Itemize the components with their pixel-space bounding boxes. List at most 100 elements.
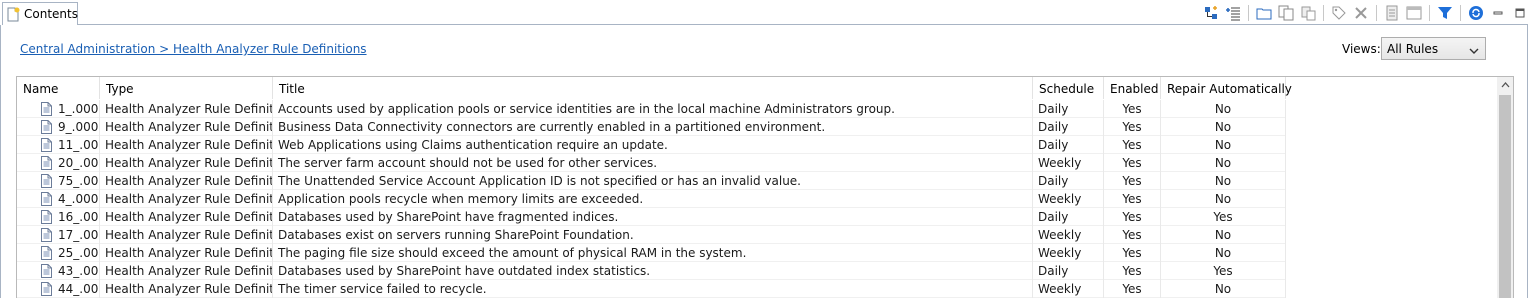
maximize-icon[interactable] xyxy=(1511,4,1528,22)
filter-icon[interactable] xyxy=(1436,4,1454,22)
cell-type[interactable]: Health Analyzer Rule Definition xyxy=(100,136,273,154)
cell-type[interactable]: Health Analyzer Rule Definition xyxy=(100,244,273,262)
cell-repair[interactable]: No xyxy=(1161,172,1286,190)
cell-repair[interactable]: Yes xyxy=(1161,262,1286,280)
cell-type[interactable]: Health Analyzer Rule Definition xyxy=(100,100,273,118)
cell-repair[interactable]: No xyxy=(1161,280,1286,298)
cell-type[interactable]: Health Analyzer Rule Definition xyxy=(100,208,273,226)
cell-schedule[interactable]: Daily xyxy=(1033,262,1104,280)
column-header-repair[interactable]: Repair Automatically xyxy=(1161,77,1292,99)
cell-title[interactable]: Web Applications using Claims authentica… xyxy=(273,136,1033,154)
cell-repair[interactable]: No xyxy=(1161,118,1286,136)
cell-repair[interactable]: Yes xyxy=(1161,208,1286,226)
cell-name[interactable]: 20_.000 xyxy=(17,154,100,172)
cell-repair[interactable]: No xyxy=(1161,154,1286,172)
paste-icon[interactable] xyxy=(1299,4,1317,22)
cell-type[interactable]: Health Analyzer Rule Definition xyxy=(100,226,273,244)
column-header-title[interactable]: Title xyxy=(273,77,1033,99)
table-row[interactable]: 44_.000Health Analyzer Rule DefinitionTh… xyxy=(17,280,1286,298)
cell-schedule[interactable]: Weekly xyxy=(1033,280,1104,298)
cell-title[interactable]: Accounts used by application pools or se… xyxy=(273,100,1033,118)
tab-contents[interactable]: Contents xyxy=(2,2,78,25)
cell-name[interactable]: 75_.000 xyxy=(17,172,100,190)
cell-schedule[interactable]: Weekly xyxy=(1033,154,1104,172)
cell-title[interactable]: Databases used by SharePoint have outdat… xyxy=(273,262,1033,280)
column-header-name[interactable]: Name xyxy=(17,77,100,99)
table-row[interactable]: 11_.000Health Analyzer Rule DefinitionWe… xyxy=(17,136,1286,154)
table-row[interactable]: 20_.000Health Analyzer Rule DefinitionTh… xyxy=(17,154,1286,172)
cell-title[interactable]: Databases used by SharePoint have fragme… xyxy=(273,208,1033,226)
cell-schedule[interactable]: Weekly xyxy=(1033,244,1104,262)
cell-enabled[interactable]: Yes xyxy=(1104,136,1161,154)
breadcrumb[interactable]: Central Administration > Health Analyzer… xyxy=(20,42,367,56)
column-header-type[interactable]: Type xyxy=(100,77,273,99)
cell-title[interactable]: Databases exist on servers running Share… xyxy=(273,226,1033,244)
add-column-icon[interactable] xyxy=(1224,4,1242,22)
cell-schedule[interactable]: Daily xyxy=(1033,118,1104,136)
cell-type[interactable]: Health Analyzer Rule Definition xyxy=(100,190,273,208)
table-row[interactable]: 17_.000Health Analyzer Rule DefinitionDa… xyxy=(17,226,1286,244)
scrollbar-thumb[interactable] xyxy=(1499,95,1511,298)
cell-schedule[interactable]: Daily xyxy=(1033,136,1104,154)
table-row[interactable]: 9_.000Health Analyzer Rule DefinitionBus… xyxy=(17,118,1286,136)
views-dropdown[interactable]: All Rules xyxy=(1381,37,1486,60)
cell-name[interactable]: 44_.000 xyxy=(17,280,100,298)
cell-name[interactable]: 11_.000 xyxy=(17,136,100,154)
cell-repair[interactable]: No xyxy=(1161,244,1286,262)
delete-icon[interactable] xyxy=(1352,4,1370,22)
cell-enabled[interactable]: Yes xyxy=(1104,244,1161,262)
cell-title[interactable]: The Unattended Service Account Applicati… xyxy=(273,172,1033,190)
table-row[interactable]: 1_.000Health Analyzer Rule DefinitionAcc… xyxy=(17,100,1286,118)
window-icon[interactable] xyxy=(1405,4,1423,22)
cell-name[interactable]: 9_.000 xyxy=(17,118,100,136)
cell-enabled[interactable]: Yes xyxy=(1104,118,1161,136)
cell-name[interactable]: 43_.000 xyxy=(17,262,100,280)
column-header-enabled[interactable]: Enabled xyxy=(1104,77,1161,99)
refresh-icon[interactable] xyxy=(1467,4,1485,22)
cell-repair[interactable]: No xyxy=(1161,226,1286,244)
table-row[interactable]: 16_.000Health Analyzer Rule DefinitionDa… xyxy=(17,208,1286,226)
cell-enabled[interactable]: Yes xyxy=(1104,100,1161,118)
minimize-icon[interactable] xyxy=(1489,4,1507,22)
cell-type[interactable]: Health Analyzer Rule Definition xyxy=(100,154,273,172)
column-header-schedule[interactable]: Schedule xyxy=(1033,77,1104,99)
table-row[interactable]: 25_.000Health Analyzer Rule DefinitionTh… xyxy=(17,244,1286,262)
table-row[interactable]: 43_.000Health Analyzer Rule DefinitionDa… xyxy=(17,262,1286,280)
cell-enabled[interactable]: Yes xyxy=(1104,280,1161,298)
tag-icon[interactable] xyxy=(1330,4,1348,22)
cell-title[interactable]: The server farm account should not be us… xyxy=(273,154,1033,172)
cell-type[interactable]: Health Analyzer Rule Definition xyxy=(100,280,273,298)
cell-name[interactable]: 25_.000 xyxy=(17,244,100,262)
folder-icon[interactable] xyxy=(1255,4,1273,22)
cell-name[interactable]: 17_.000 xyxy=(17,226,100,244)
properties-icon[interactable] xyxy=(1383,4,1401,22)
scroll-up-icon[interactable] xyxy=(1497,77,1513,93)
cell-enabled[interactable]: Yes xyxy=(1104,154,1161,172)
tree-link-icon[interactable] xyxy=(1202,4,1220,22)
cell-name[interactable]: 16_.000 xyxy=(17,208,100,226)
cell-type[interactable]: Health Analyzer Rule Definition xyxy=(100,172,273,190)
cell-enabled[interactable]: Yes xyxy=(1104,226,1161,244)
cell-enabled[interactable]: Yes xyxy=(1104,172,1161,190)
cell-name[interactable]: 1_.000 xyxy=(17,100,100,118)
cell-schedule[interactable]: Daily xyxy=(1033,100,1104,118)
cell-title[interactable]: Business Data Connectivity connectors ar… xyxy=(273,118,1033,136)
cell-title[interactable]: The paging file size should exceed the a… xyxy=(273,244,1033,262)
cell-schedule[interactable]: Weekly xyxy=(1033,190,1104,208)
cell-schedule[interactable]: Weekly xyxy=(1033,226,1104,244)
cell-schedule[interactable]: Daily xyxy=(1033,208,1104,226)
copy-icon[interactable] xyxy=(1277,4,1295,22)
cell-repair[interactable]: No xyxy=(1161,190,1286,208)
table-row[interactable]: 75_.000Health Analyzer Rule DefinitionTh… xyxy=(17,172,1286,190)
vertical-scrollbar[interactable] xyxy=(1497,77,1513,298)
table-row[interactable]: 4_.000Health Analyzer Rule DefinitionApp… xyxy=(17,190,1286,208)
cell-enabled[interactable]: Yes xyxy=(1104,190,1161,208)
cell-schedule[interactable]: Daily xyxy=(1033,172,1104,190)
cell-enabled[interactable]: Yes xyxy=(1104,262,1161,280)
cell-title[interactable]: Application pools recycle when memory li… xyxy=(273,190,1033,208)
cell-type[interactable]: Health Analyzer Rule Definition xyxy=(100,118,273,136)
cell-enabled[interactable]: Yes xyxy=(1104,208,1161,226)
cell-repair[interactable]: No xyxy=(1161,100,1286,118)
cell-name[interactable]: 4_.000 xyxy=(17,190,100,208)
cell-type[interactable]: Health Analyzer Rule Definition xyxy=(100,262,273,280)
